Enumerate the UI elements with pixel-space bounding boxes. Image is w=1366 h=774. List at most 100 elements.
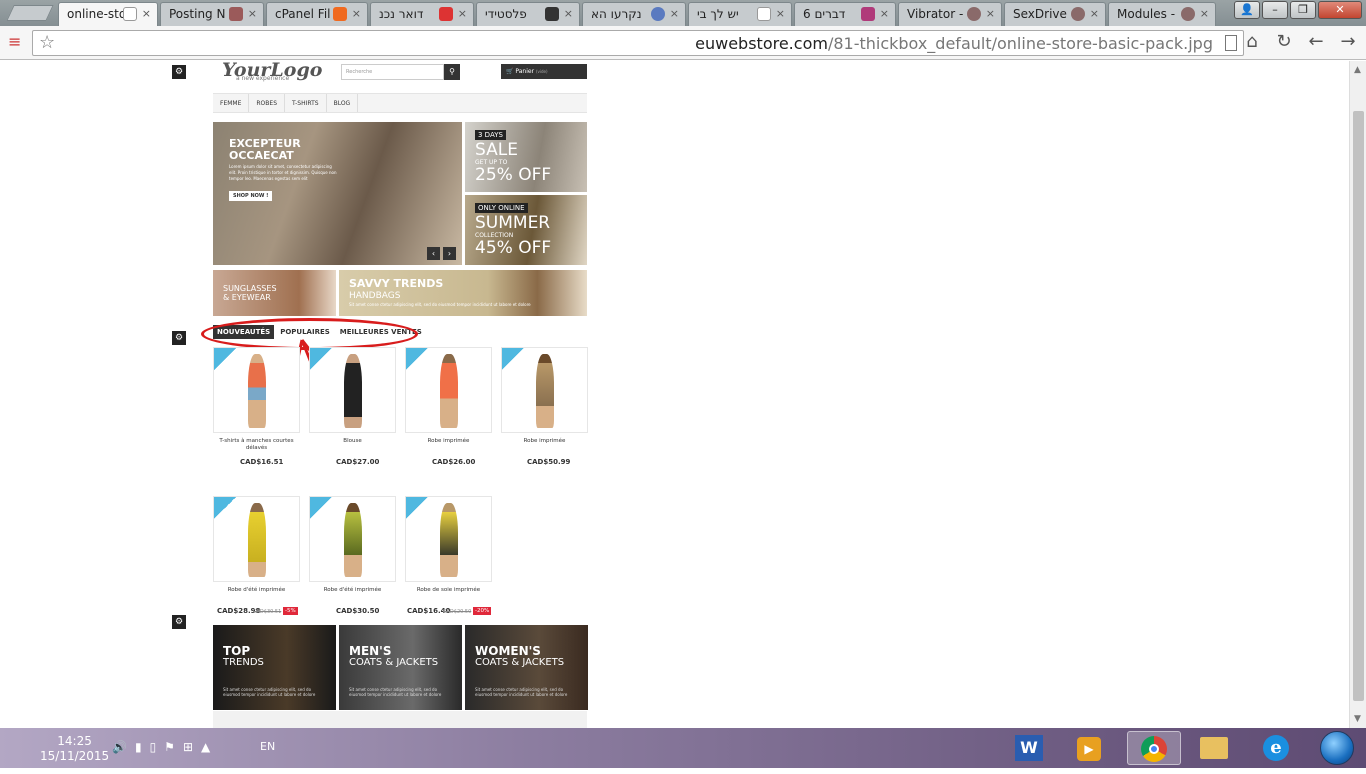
scroll-up-icon[interactable]: ▲ bbox=[1354, 65, 1361, 75]
show-hidden-icons[interactable]: ▲ bbox=[201, 740, 210, 754]
gear-icon[interactable]: ⚙ bbox=[172, 615, 186, 629]
menu-icon[interactable]: ≡ bbox=[8, 34, 21, 50]
product-price: CAD$30.50 bbox=[336, 607, 380, 615]
sale-percent: 25% OFF bbox=[475, 165, 552, 185]
product-name[interactable]: T-shirts à manches courtes délavés bbox=[213, 438, 300, 452]
clock[interactable]: 14:25 15/11/2015 bbox=[40, 734, 109, 764]
tab-5[interactable]: נקרעו הא × bbox=[582, 2, 686, 26]
tab-10[interactable]: Modules - × bbox=[1108, 2, 1216, 26]
battery-icon[interactable]: ▯ bbox=[150, 740, 157, 754]
slider-prev-icon[interactable]: ‹ bbox=[427, 247, 440, 260]
new-badge bbox=[214, 497, 236, 519]
window-controls: 👤 – ❐ ✕ bbox=[1234, 1, 1362, 19]
promo-text: Sit amet conse ctetur adipiscing elit, s… bbox=[223, 687, 316, 697]
new-tab-button[interactable] bbox=[6, 5, 54, 21]
page-icon bbox=[123, 7, 137, 21]
tab-4[interactable]: פלסטידי × bbox=[476, 2, 580, 26]
bookmark-star-icon[interactable]: ☆ bbox=[39, 32, 55, 53]
product-image bbox=[344, 354, 362, 428]
summer-banner[interactable]: ONLY ONLINE SUMMER COLLECTION 45% OFF bbox=[465, 195, 587, 265]
tab-9[interactable]: SexDrive × bbox=[1004, 2, 1106, 26]
product-card[interactable] bbox=[405, 347, 492, 433]
word-icon[interactable]: W bbox=[1002, 731, 1056, 765]
favicon-icon bbox=[1181, 7, 1195, 21]
tab-1[interactable]: Posting N × bbox=[160, 2, 264, 26]
tab-0[interactable]: online-sto × bbox=[58, 2, 158, 26]
close-icon[interactable]: × bbox=[776, 7, 785, 20]
windows-icon[interactable]: ⊞ bbox=[183, 740, 193, 754]
window-close-button[interactable]: ✕ bbox=[1318, 1, 1362, 19]
product-card[interactable] bbox=[309, 347, 396, 433]
product-card[interactable] bbox=[213, 347, 300, 433]
action-center-icon[interactable]: ⚑ bbox=[164, 740, 175, 754]
clock-date: 15/11/2015 bbox=[40, 749, 110, 763]
chrome-icon[interactable] bbox=[1127, 731, 1181, 765]
search-icon[interactable]: ⚲ bbox=[444, 64, 460, 80]
scroll-thumb[interactable] bbox=[1353, 111, 1364, 701]
close-icon[interactable]: × bbox=[670, 7, 679, 20]
home-icon[interactable]: ⌂ bbox=[1242, 31, 1262, 52]
product-name[interactable]: Blouse bbox=[309, 438, 396, 445]
tab-3[interactable]: דואר נכנ × bbox=[370, 2, 474, 26]
sale-banner[interactable]: 3 DAYS SALE GET UP TO 25% OFF bbox=[465, 122, 587, 192]
new-badge bbox=[310, 348, 332, 370]
tab-6[interactable]: יש לך בי × bbox=[688, 2, 792, 26]
promo-sub: COATS & JACKETS bbox=[475, 657, 565, 668]
product-card[interactable] bbox=[213, 496, 300, 582]
gmail-icon bbox=[439, 7, 453, 21]
maximize-button[interactable]: ❐ bbox=[1290, 1, 1316, 19]
close-icon[interactable]: × bbox=[880, 7, 889, 20]
close-icon[interactable]: × bbox=[1200, 7, 1209, 20]
language-indicator[interactable]: EN bbox=[260, 740, 275, 753]
close-icon[interactable]: × bbox=[986, 7, 995, 20]
new-badge bbox=[214, 348, 236, 370]
product-name[interactable]: Robe imprimée bbox=[501, 438, 588, 445]
forward-icon[interactable]: → bbox=[1338, 31, 1358, 52]
close-icon[interactable]: × bbox=[142, 7, 151, 20]
close-icon[interactable]: × bbox=[458, 7, 467, 20]
tab-7[interactable]: 6 דברים × bbox=[794, 2, 896, 26]
taskbar: 14:25 15/11/2015 🔊 ▮ ▯ ⚑ ⊞ ▲ EN W ▶ e bbox=[0, 728, 1366, 768]
reload-icon[interactable]: ↻ bbox=[1274, 31, 1294, 52]
address-bar[interactable]: ☆ euwebstore.com/81-thickbox_default/onl… bbox=[32, 30, 1244, 56]
promo-mens-coats[interactable]: MEN'S COATS & JACKETS Sit amet conse cte… bbox=[339, 625, 462, 710]
page-action-icon[interactable] bbox=[1225, 35, 1237, 51]
product-name[interactable]: Robe d'été imprimée bbox=[309, 587, 396, 594]
promo-top-trends[interactable]: TOP TRENDS Sit amet conse ctetur adipisc… bbox=[213, 625, 336, 710]
favicon-icon bbox=[333, 7, 347, 21]
user-icon[interactable]: 👤 bbox=[1234, 1, 1260, 19]
sale-title: SALE bbox=[475, 140, 518, 160]
new-badge bbox=[502, 348, 524, 370]
product-card[interactable] bbox=[309, 496, 396, 582]
scroll-down-icon[interactable]: ▼ bbox=[1354, 714, 1361, 724]
file-explorer-icon[interactable] bbox=[1187, 731, 1241, 765]
promo-title: MEN'S bbox=[349, 644, 392, 658]
internet-explorer-icon[interactable]: e bbox=[1249, 731, 1303, 765]
url-text[interactable]: euwebstore.com/81-thickbox_default/onlin… bbox=[695, 34, 1213, 53]
footer-strip bbox=[213, 711, 587, 728]
product-card[interactable] bbox=[405, 496, 492, 582]
tab-2[interactable]: cPanel Fil × bbox=[266, 2, 368, 26]
page-scrollbar[interactable]: ▲ ▼ bbox=[1349, 61, 1366, 728]
product-card[interactable] bbox=[501, 347, 588, 433]
close-icon[interactable]: × bbox=[1090, 7, 1099, 20]
product-old-price: CAD$20.50 bbox=[443, 609, 472, 615]
network-icon[interactable]: ▮ bbox=[135, 740, 142, 754]
product-name[interactable]: Robe de soie imprimée bbox=[405, 587, 492, 594]
product-name[interactable]: Robe d'été imprimée bbox=[213, 587, 300, 594]
close-icon[interactable]: × bbox=[248, 7, 257, 20]
volume-icon[interactable]: 🔊 bbox=[112, 740, 127, 754]
product-name[interactable]: Robe imprimée bbox=[405, 438, 492, 445]
media-player-icon[interactable]: ▶ bbox=[1062, 731, 1116, 765]
start-button[interactable] bbox=[1320, 731, 1354, 765]
cart-button[interactable]: 🛒 Panier (vide) bbox=[501, 64, 587, 79]
close-icon[interactable]: × bbox=[564, 7, 573, 20]
minimize-button[interactable]: – bbox=[1262, 1, 1288, 19]
tab-8[interactable]: Vibrator - × bbox=[898, 2, 1002, 26]
slider-next-icon[interactable]: › bbox=[443, 247, 456, 260]
back-icon[interactable]: ← bbox=[1306, 31, 1326, 52]
close-icon[interactable]: × bbox=[352, 7, 361, 20]
promo-womens-coats[interactable]: WOMEN'S COATS & JACKETS Sit amet conse c… bbox=[465, 625, 588, 710]
promo-title: WOMEN'S bbox=[475, 644, 541, 658]
summer-title: SUMMER bbox=[475, 213, 551, 233]
